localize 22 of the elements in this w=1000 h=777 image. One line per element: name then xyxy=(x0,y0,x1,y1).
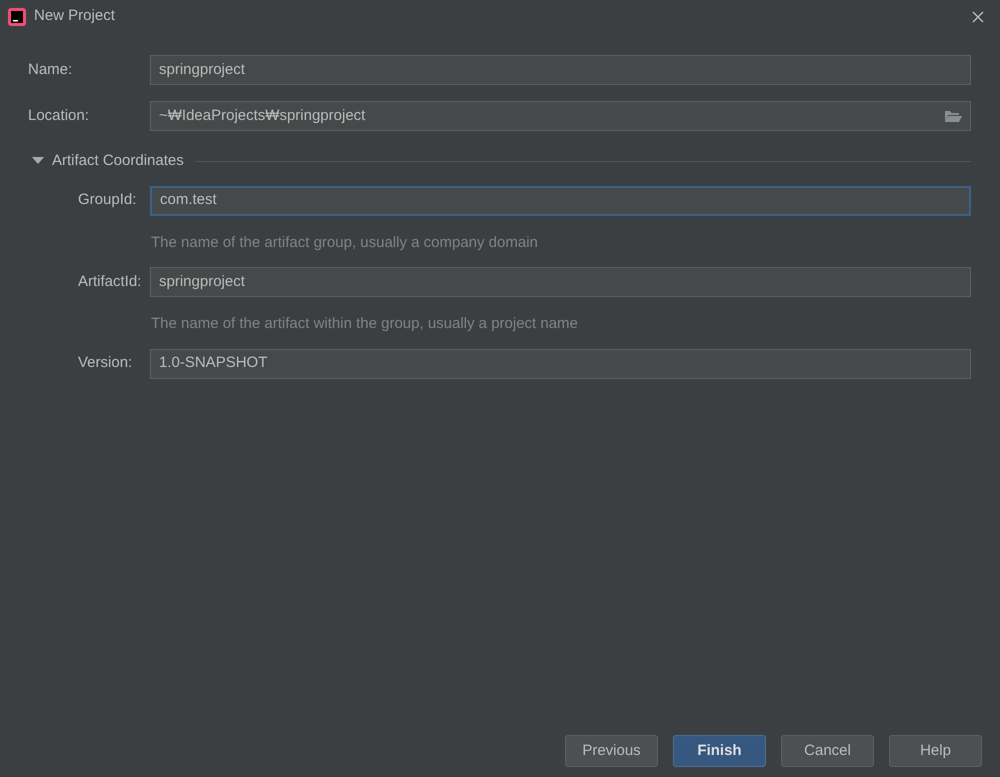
dialog-button[interactable]: Previous xyxy=(565,735,658,767)
hint-text: The name of the artifact group, usually a company domain xyxy=(151,232,539,252)
close-icon[interactable] xyxy=(972,10,984,22)
text-field[interactable]: com.test xyxy=(150,186,971,216)
text-field[interactable]: springproject xyxy=(150,267,971,297)
folder-icon[interactable] xyxy=(944,109,962,123)
field-label: ArtifactId: xyxy=(78,272,142,292)
caret-down-icon[interactable] xyxy=(32,156,44,166)
field-label: Name: xyxy=(28,60,74,80)
dialog-button[interactable]: Finish xyxy=(673,735,766,767)
hint-text: The name of the artifact within the group, usually a project name xyxy=(151,314,579,334)
text-field[interactable]: 1.0-SNAPSHOT xyxy=(150,348,971,378)
dialog-button[interactable]: Help xyxy=(889,735,982,767)
section-title: Artifact Coordinates xyxy=(52,151,184,171)
text-field[interactable]: springproject xyxy=(150,55,971,85)
field-label: GroupId: xyxy=(78,190,138,210)
field-label: Version: xyxy=(78,353,134,374)
dialog-button[interactable]: Cancel xyxy=(781,735,874,767)
window-title: New Project xyxy=(34,6,115,26)
field-label: Location: xyxy=(28,106,90,126)
text-field[interactable]: ~₩IdeaProjects₩springproject xyxy=(150,101,971,131)
app-logo-icon xyxy=(8,8,26,26)
